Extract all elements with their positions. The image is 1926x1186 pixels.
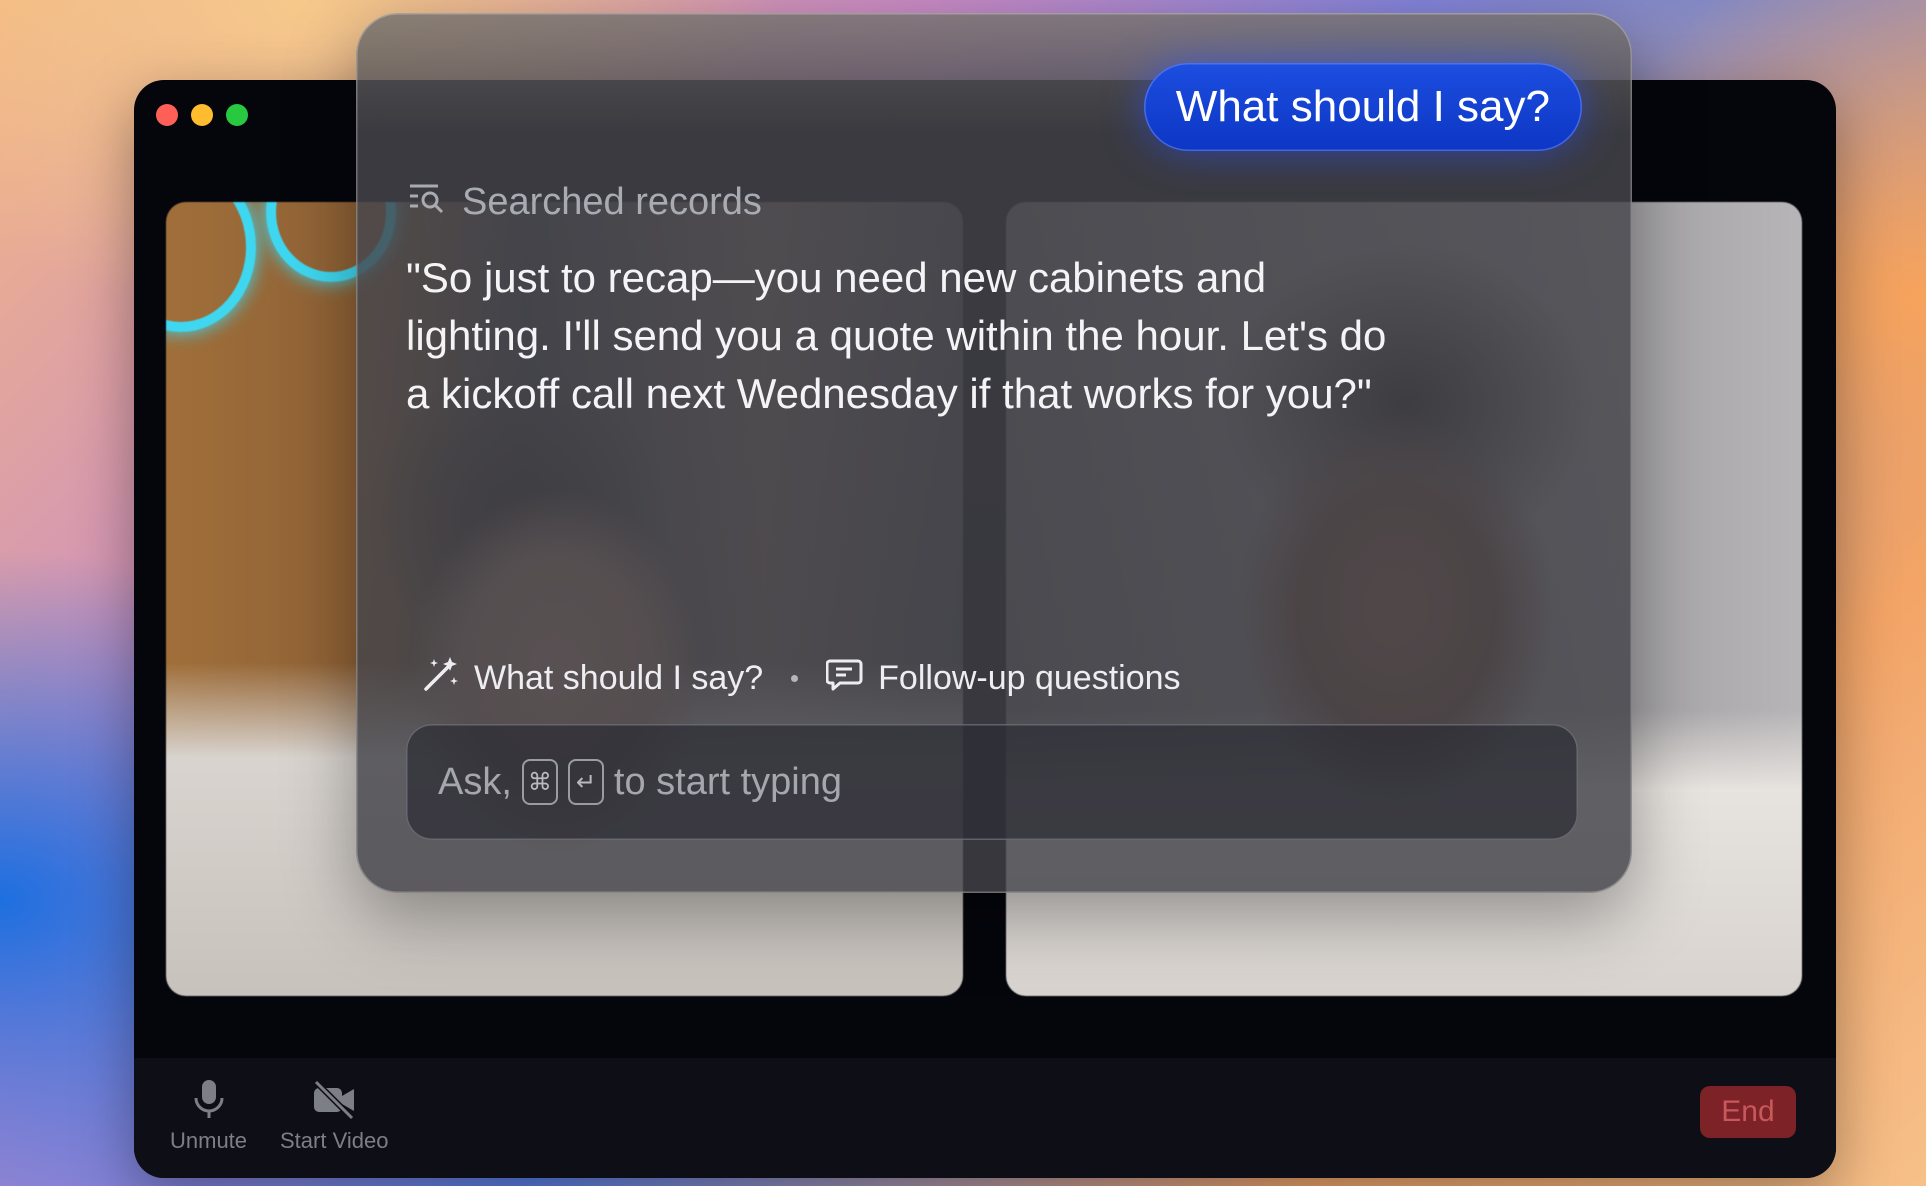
chat-question-icon <box>825 655 864 702</box>
suggestion-label: What should I say? <box>474 659 764 697</box>
meeting-toolbar: Unmute Start Video End <box>134 1058 1836 1178</box>
suggestion-row: What should I say? Follow-up questions <box>422 655 1181 702</box>
unmute-label: Unmute <box>170 1128 248 1153</box>
suggestion-label: Follow-up questions <box>878 659 1181 697</box>
suggestion-follow-up-questions[interactable]: Follow-up questions <box>825 655 1181 702</box>
search-status: Searched records <box>408 181 762 224</box>
neon-sign-decoration <box>166 202 256 332</box>
separator-dot <box>791 675 799 682</box>
unmute-button[interactable]: Unmute <box>170 1078 247 1154</box>
return-key-icon: ↵ <box>567 759 604 805</box>
ask-input[interactable]: Ask, ⌘ ↵ to start typing <box>406 724 1578 840</box>
user-prompt-bubble: What should I say? <box>1143 63 1582 151</box>
start-video-button[interactable]: Start Video <box>280 1078 388 1154</box>
minimize-window-button[interactable] <box>191 104 213 126</box>
end-call-button[interactable]: End <box>1700 1086 1796 1138</box>
ask-input-prefix: Ask, <box>438 760 512 803</box>
zoom-window-button[interactable] <box>226 104 248 126</box>
assistant-answer: "So just to recap—you need new cabinets … <box>406 254 1387 417</box>
search-status-label: Searched records <box>462 181 762 223</box>
search-records-icon <box>408 181 446 224</box>
command-key-icon: ⌘ <box>521 759 558 805</box>
video-off-icon <box>310 1078 358 1122</box>
start-video-label: Start Video <box>280 1128 389 1153</box>
magic-wand-icon <box>422 655 460 702</box>
window-controls <box>156 104 248 126</box>
suggestion-what-should-i-say[interactable]: What should I say? <box>422 655 763 702</box>
microphone-icon <box>185 1078 233 1122</box>
ask-input-hint: to start typing <box>613 760 843 803</box>
close-window-button[interactable] <box>156 104 178 126</box>
assistant-overlay: What should I say? Searched records "So … <box>356 13 1632 893</box>
